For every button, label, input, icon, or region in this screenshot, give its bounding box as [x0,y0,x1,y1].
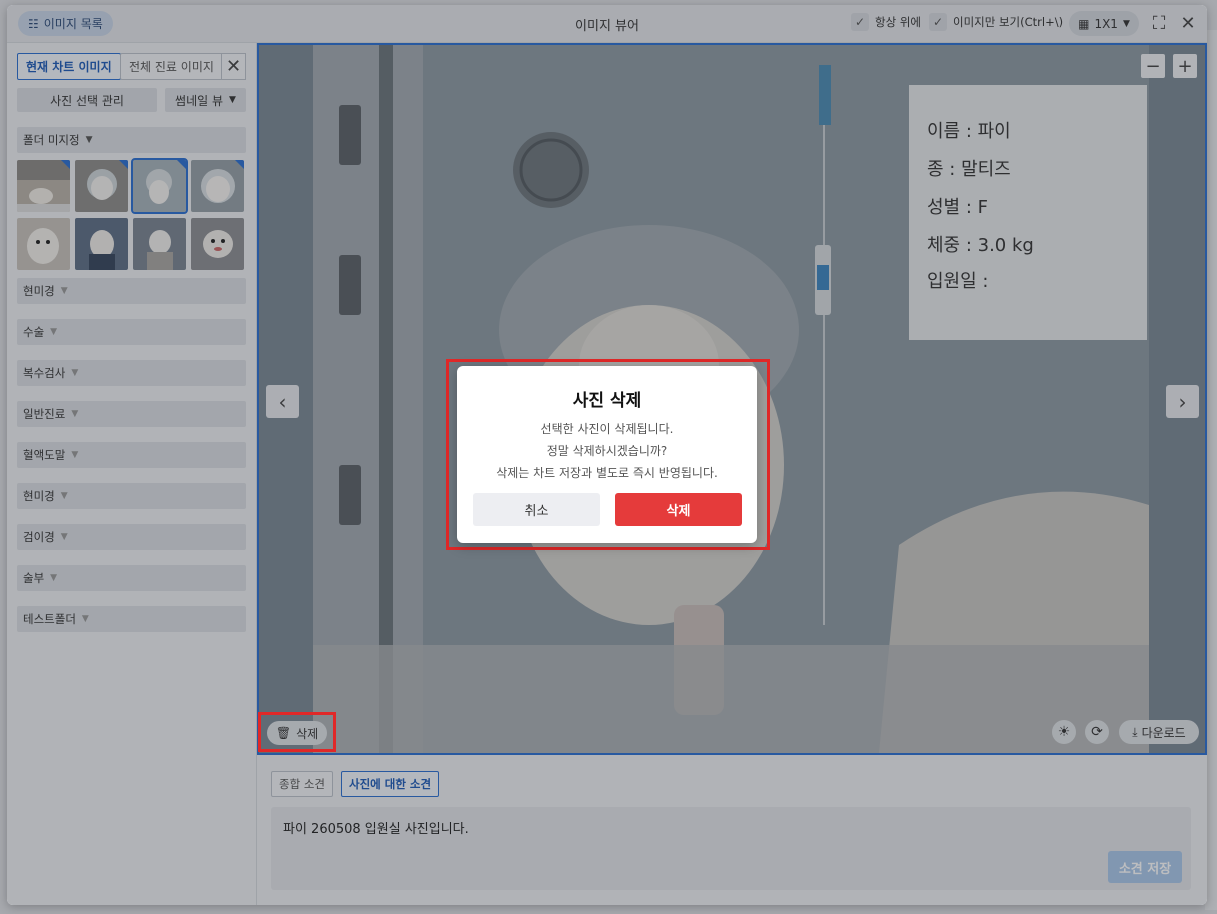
folder-item[interactable]: 현미경 ▼ [17,278,246,304]
sidebar: 현재 차트 이미지 전체 진료 이미지 ✕ 사진 선택 관리 썸네일 뷰 ▼ 폴… [7,43,257,905]
folder-item[interactable]: 복수검사 ▼ [17,360,246,386]
opinion-textarea[interactable]: 파이 260508 입원실 사진입니다. [271,807,1191,890]
titlebar: ☷ 이미지 목록 이미지 뷰어 ✓ 항상 위에 ✓ 이미지만 보기(Ctrl+\… [7,5,1207,43]
folder-label: 술부 [23,571,45,585]
prev-image-button[interactable]: ‹ [266,385,299,418]
thumbnail-image-selected[interactable] [131,158,188,214]
zoom-out-button[interactable]: − [1141,54,1165,78]
download-button[interactable]: ⤓ 다운로드 [1119,720,1199,744]
dialog-message-line: 선택한 사진이 삭제됩니다. [540,422,674,436]
folder-item[interactable]: 술부 ▼ [17,565,246,591]
download-icon: ⤓ [1132,724,1138,739]
selected-flag [61,160,70,169]
chevron-down-icon: ▼ [50,327,58,337]
thumbnail-photo [75,218,128,270]
chevron-down-icon: ▼ [60,491,68,501]
next-image-button[interactable]: › [1166,385,1199,418]
selected-flag [119,160,128,169]
card-admission: 입원일 : [927,271,988,292]
zoom-in-button[interactable]: + [1173,54,1197,78]
chevron-left-icon: ‹ [278,389,287,414]
tab-photo-opinion[interactable]: 사진에 대한 소견 [341,771,440,797]
card-sex: 성별 : F [927,197,988,218]
folder-label: 복수검사 [23,366,66,380]
dialog-message-line: 삭제는 차트 저장과 별도로 즉시 반영됩니다. [496,466,718,480]
check-icon: ✓ [851,13,869,31]
thumbnail-photo [17,218,70,270]
card-breed: 종 : 말티즈 [927,159,1011,180]
selected-flag [235,160,244,169]
grid-icon: ▦ [1078,16,1090,31]
chevron-down-icon: ▼ [50,573,58,583]
sidebar-close-icon[interactable]: ✕ [221,53,246,80]
thumbnail-image[interactable] [75,160,128,212]
card-weight: 체중 : 3.0 kg [927,235,1034,256]
check-icon: ✓ [929,13,947,31]
thumbnail-view-label: 썸네일 뷰 [175,93,224,108]
cancel-button[interactable]: 취소 [473,493,600,526]
always-on-top-checkbox[interactable]: ✓ 항상 위에 [851,13,921,31]
thumbnail-image[interactable] [191,218,244,270]
tab-all-images[interactable]: 전체 진료 이미지 [120,53,223,80]
folder-label: 현미경 [23,284,55,298]
chevron-down-icon: ▼ [71,450,79,460]
layout-select[interactable]: ▦ 1X1 ▼ [1069,11,1139,36]
folder-item[interactable]: 일반진료 ▼ [17,401,246,427]
image-only-label: 이미지만 보기(Ctrl+\) [953,15,1064,29]
folder-unassigned[interactable]: 폴더 미지정 ▼ [17,127,246,153]
chevron-down-icon: ▼ [85,135,93,145]
chevron-down-icon: ▼ [71,368,79,378]
download-label: 다운로드 [1141,725,1186,740]
thumbnail-image[interactable] [75,218,128,270]
layout-value: 1X1 [1094,16,1118,31]
chevron-down-icon: ▼ [60,532,68,542]
folder-item[interactable]: 현미경 ▼ [17,483,246,509]
tab-current-chart-images[interactable]: 현재 차트 이미지 [17,53,121,80]
thumbnail-image[interactable] [133,218,186,270]
thumbnail-image[interactable] [191,160,244,212]
folder-label: 수술 [23,325,45,339]
brightness-icon[interactable]: ☀ [1052,720,1076,744]
confirm-delete-button[interactable]: 삭제 [615,493,742,526]
dialog-message-line: 정말 삭제하시겠습니까? [546,444,668,458]
minus-icon: − [1145,55,1161,77]
always-on-top-label: 항상 위에 [875,15,921,29]
opinion-panel: 종합 소견 사진에 대한 소견 파이 260508 입원실 사진입니다. 소견 … [257,755,1207,905]
folder-label: 테스트폴더 [23,612,76,626]
folder-item[interactable]: 검이경 ▼ [17,524,246,550]
folder-label: 일반진료 [23,407,66,421]
folder-label: 현미경 [23,489,55,503]
fullscreen-icon[interactable]: ⛶ [1148,12,1170,34]
close-icon[interactable]: ✕ [1177,12,1199,34]
thumbnail-photo [191,218,244,270]
opinion-text: 파이 260508 입원실 사진입니다. [283,822,469,837]
folder-item[interactable]: 수술 ▼ [17,319,246,345]
chevron-down-icon: ▼ [60,286,68,296]
dialog-title: 사진 삭제 [572,391,642,411]
chevron-right-icon: › [1178,389,1187,414]
thumbnail-view-select[interactable]: 썸네일 뷰 ▼ [165,88,246,112]
folder-label: 혈액도말 [23,448,66,462]
plus-icon: + [1177,55,1193,77]
tab-summary-opinion[interactable]: 종합 소견 [271,771,333,797]
select-manage-button[interactable]: 사진 선택 관리 [17,88,157,112]
save-opinion-button[interactable]: 소견 저장 [1108,851,1182,883]
thumbnail-image[interactable] [17,218,70,270]
delete-button-highlight [258,712,336,752]
chevron-down-icon: ▼ [71,409,79,419]
chevron-down-icon: ▼ [229,95,236,105]
selected-flag [177,160,186,169]
delete-confirm-dialog: 사진 삭제 선택한 사진이 삭제됩니다. 정말 삭제하시겠습니까? 삭제는 차트… [457,366,757,543]
folder-label: 검이경 [23,530,55,544]
thumbnail-photo [133,218,186,270]
chevron-down-icon: ▼ [81,614,89,624]
image-only-checkbox[interactable]: ✓ 이미지만 보기(Ctrl+\) [929,13,1063,31]
chevron-down-icon: ▼ [1122,18,1130,29]
folder-item[interactable]: 혈액도말 ▼ [17,442,246,468]
folder-label: 폴더 미지정 [23,133,80,147]
rotate-icon[interactable]: ⟳ [1085,720,1109,744]
folder-item[interactable]: 테스트폴더 ▼ [17,606,246,632]
card-name: 이름 : 파이 [927,121,1011,142]
thumbnail-image[interactable] [17,160,70,212]
